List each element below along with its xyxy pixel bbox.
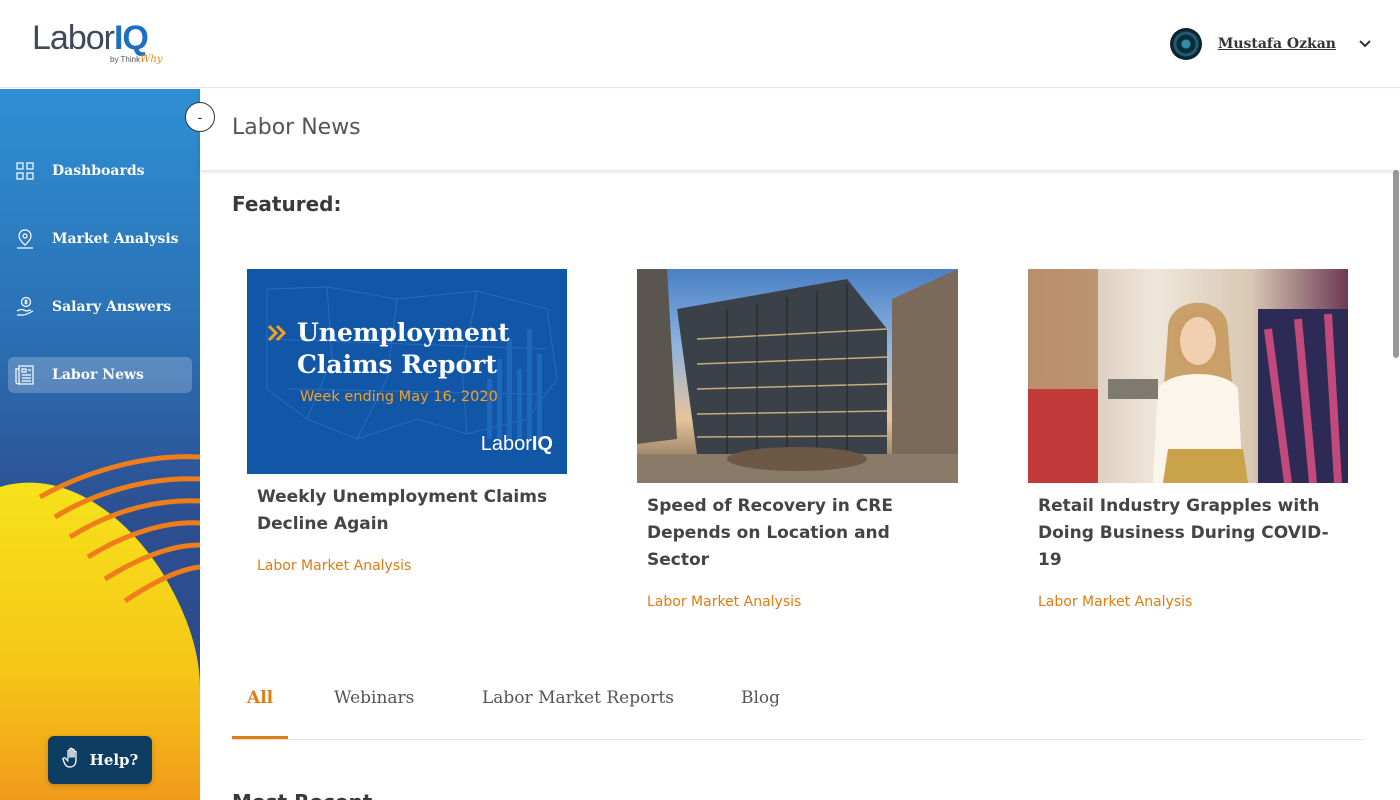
grid-icon — [14, 160, 36, 182]
tab-blog[interactable]: Blog — [726, 688, 795, 739]
article-title[interactable]: Retail Industry Grapples with Doing Busi… — [1038, 493, 1338, 574]
map-pin-icon — [14, 228, 36, 250]
sidebar-item-salary-answers[interactable]: Salary Answers — [8, 289, 192, 325]
article-image[interactable]: Unemployment Claims Report Week ending M… — [247, 269, 567, 474]
user-name-link[interactable]: Mustafa Ozkan — [1218, 36, 1336, 52]
sidebar-item-label: Labor News — [52, 367, 144, 383]
article-title[interactable]: Speed of Recovery in CRE Depends on Loca… — [647, 493, 948, 574]
help-label: Help? — [89, 751, 139, 769]
sidebar-item-label: Market Analysis — [52, 231, 179, 247]
article-title[interactable]: Weekly Unemployment Claims Decline Again — [257, 484, 557, 538]
salary-hand-icon — [14, 296, 36, 318]
tab-labor-market-reports[interactable]: Labor Market Reports — [467, 688, 689, 739]
sidebar-item-label: Dashboards — [52, 163, 145, 179]
collapse-sidebar-button[interactable]: - — [185, 102, 215, 132]
main-content: Featured: Unemployment Claims Report Wee… — [200, 170, 1390, 800]
newspaper-icon — [14, 364, 36, 386]
sidebar-item-labor-news[interactable]: Labor News — [8, 357, 192, 393]
sidebar-item-dashboards[interactable]: Dashboards — [8, 153, 192, 189]
article-category[interactable]: Labor Market Analysis — [647, 594, 948, 610]
tab-all[interactable]: All — [232, 688, 289, 739]
sidebar: Dashboards Market Analysis Salary Answer… — [0, 89, 200, 800]
page-header: Labor News — [200, 89, 1400, 170]
image-logo: LaborIQ — [480, 433, 553, 455]
raised-hand-icon — [61, 747, 82, 774]
help-button[interactable]: Help? — [48, 736, 152, 784]
top-bar: LaborIQ by ThinkWhy Mustafa Ozkan — [0, 0, 1400, 88]
article-category[interactable]: Labor Market Analysis — [1038, 594, 1338, 610]
article-image[interactable] — [637, 269, 958, 483]
laboriq-logo[interactable]: LaborIQ by ThinkWhy — [32, 18, 172, 72]
featured-card[interactable]: Unemployment Claims Report Week ending M… — [247, 269, 567, 574]
logo-sub-accent: Why — [140, 54, 163, 65]
avatar[interactable] — [1169, 28, 1202, 60]
featured-card[interactable]: Retail Industry Grapples with Doing Busi… — [1028, 269, 1348, 610]
logo-sub-text: by Think — [110, 55, 141, 64]
scrollbar-thumb[interactable] — [1393, 170, 1399, 358]
logo-main-text: Labor — [32, 19, 115, 57]
chevron-down-icon[interactable] — [1358, 37, 1372, 51]
tab-webinars[interactable]: Webinars — [319, 688, 429, 739]
image-subline: Week ending May 16, 2020 — [300, 389, 498, 405]
article-category[interactable]: Labor Market Analysis — [257, 558, 557, 574]
image-headline-line1: Unemployment — [297, 318, 510, 347]
sidebar-item-market-analysis[interactable]: Market Analysis — [8, 221, 192, 257]
news-tabs: All Webinars Labor Market Reports Blog — [232, 670, 1363, 740]
user-menu[interactable]: Mustafa Ozkan — [1169, 27, 1372, 61]
image-headline-line2: Claims Report — [297, 350, 497, 379]
page-title: Labor News — [232, 115, 361, 140]
logo-accent-text: IQ — [113, 19, 149, 57]
most-recent-heading: Most Recent — [232, 790, 372, 800]
sidebar-item-label: Salary Answers — [52, 299, 172, 315]
featured-card[interactable]: Speed of Recovery in CRE Depends on Loca… — [637, 269, 958, 610]
featured-heading: Featured: — [232, 192, 342, 216]
sidebar-decoration — [0, 454, 200, 800]
article-image[interactable] — [1028, 269, 1348, 483]
